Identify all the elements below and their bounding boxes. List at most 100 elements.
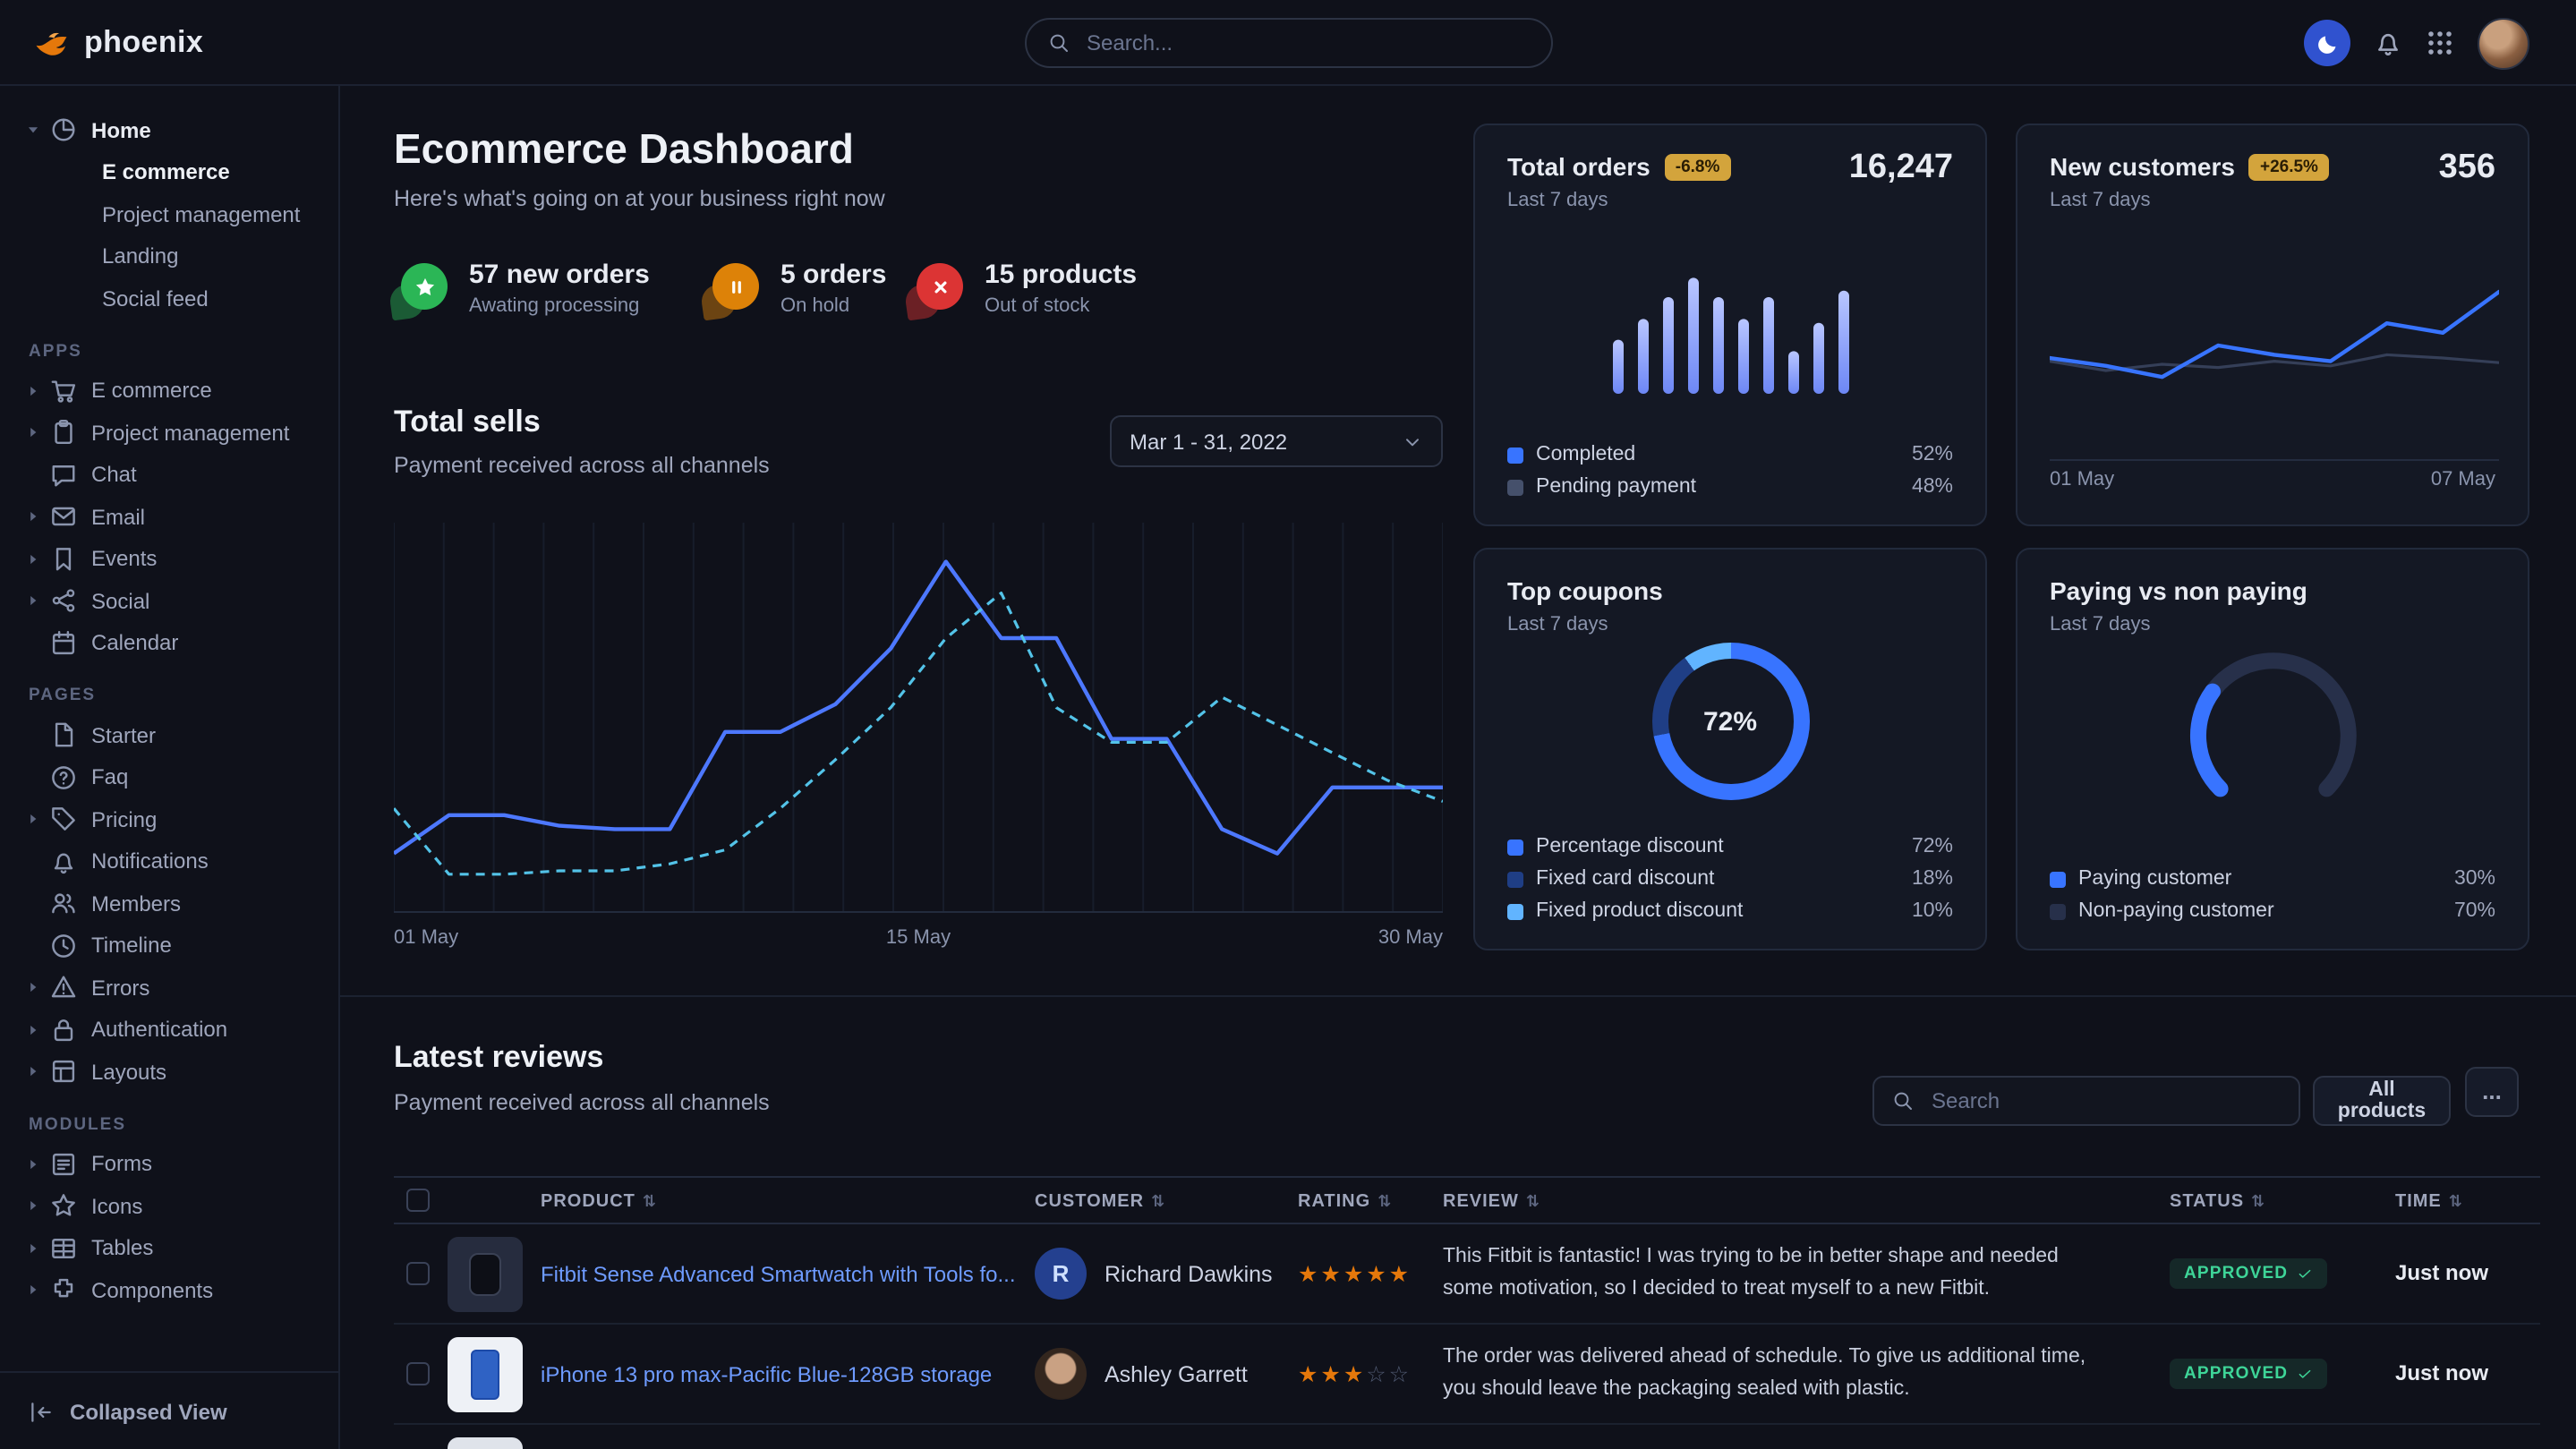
- sidebar-item-errors[interactable]: Errors: [0, 967, 338, 1009]
- customer-cell: RRichard Dawkins: [1035, 1248, 1273, 1300]
- total-sells-title: Total sells: [394, 405, 541, 440]
- app: phoenix Home E commerce Project manageme…: [0, 0, 2576, 1449]
- sidebar-item-project-management[interactable]: Project management: [0, 193, 338, 235]
- sidebar-section-title: PAGES: [29, 686, 338, 705]
- pie-chart-icon: [50, 117, 77, 144]
- sort-icon[interactable]: ⇅: [2251, 1192, 2265, 1212]
- sidebar-item-project-management[interactable]: Project management: [0, 412, 338, 454]
- select-all-checkbox[interactable]: [406, 1189, 430, 1212]
- sidebar-item-social-feed[interactable]: Social feed: [0, 277, 338, 320]
- sidebar-item-chat[interactable]: Chat: [0, 454, 338, 496]
- sidebar-item-label: Members: [91, 891, 181, 916]
- sort-icon[interactable]: ⇅: [1526, 1192, 1540, 1212]
- column-time[interactable]: TIME: [2395, 1192, 2442, 1212]
- sidebar-item-e-commerce[interactable]: E commerce: [0, 151, 338, 193]
- column-rating[interactable]: RATING: [1298, 1192, 1370, 1212]
- axis-label: 07 May: [2431, 469, 2495, 490]
- sidebar-item-faq[interactable]: Faq: [0, 756, 338, 798]
- sidebar-item-notifications[interactable]: Notifications: [0, 840, 338, 882]
- card-period: Last 7 days: [1507, 190, 1953, 211]
- product-link[interactable]: Fitbit Sense Advanced Smartwatch with To…: [541, 1262, 1016, 1287]
- global-search[interactable]: [1024, 18, 1552, 68]
- new-customers-card: New customers +26.5% Last 7 days 356 01 …: [2016, 124, 2529, 526]
- caret-spacer: [25, 769, 47, 787]
- avatar[interactable]: [2478, 17, 2529, 69]
- apps-grid-button[interactable]: [2426, 29, 2454, 57]
- share-icon: [50, 588, 77, 615]
- row-checkbox[interactable]: [406, 1262, 430, 1285]
- chevron-down-icon: [1402, 430, 1423, 452]
- top-navbar: phoenix: [0, 0, 2576, 86]
- sidebar-item-forms[interactable]: Forms: [0, 1143, 338, 1185]
- caret-spacer: [25, 853, 47, 871]
- sidebar-item-starter[interactable]: Starter: [0, 714, 338, 756]
- trend-badge: -6.8%: [1665, 153, 1731, 180]
- notifications-button[interactable]: [2374, 29, 2402, 57]
- row-checkbox[interactable]: [406, 1362, 430, 1385]
- sidebar-item-landing[interactable]: Landing: [0, 235, 338, 277]
- chat-icon: [50, 462, 77, 489]
- caret-right-icon: [25, 1063, 47, 1081]
- column-customer[interactable]: CUSTOMER: [1035, 1192, 1144, 1212]
- theme-toggle-button[interactable]: [2304, 20, 2350, 66]
- sidebar-item-timeline[interactable]: Timeline: [0, 925, 338, 967]
- product-image: [448, 1337, 523, 1412]
- card-title: Paying vs non paying: [2050, 576, 2307, 605]
- reviews-search-input[interactable]: [1928, 1087, 2281, 1115]
- sidebar-item-email[interactable]: Email: [0, 496, 338, 538]
- caret-spacer: [25, 727, 47, 745]
- sort-icon[interactable]: ⇅: [1151, 1192, 1165, 1212]
- form-icon: [50, 1151, 77, 1178]
- collapsed-view-button[interactable]: Collapsed View: [0, 1371, 338, 1449]
- product-link[interactable]: iPhone 13 pro max-Pacific Blue-128GB sto…: [541, 1362, 992, 1387]
- sort-icon[interactable]: ⇅: [643, 1192, 657, 1212]
- legend-item: Pending payment 48%: [1507, 471, 1953, 503]
- tag-icon: [50, 806, 77, 833]
- customer-avatar: R: [1035, 1248, 1087, 1300]
- product-image: [448, 1437, 523, 1449]
- all-products-button[interactable]: All products: [2313, 1076, 2451, 1126]
- legend-label: Fixed product discount: [1536, 900, 1743, 922]
- sidebar-item-members[interactable]: Members: [0, 882, 338, 925]
- sidebar-item-calendar[interactable]: Calendar: [0, 622, 338, 664]
- sidebar-item-e-commerce[interactable]: E commerce: [0, 370, 338, 412]
- sidebar-item-icons[interactable]: Icons: [0, 1185, 338, 1227]
- sort-icon[interactable]: ⇅: [1378, 1192, 1392, 1212]
- stat-caption: On hold: [780, 295, 886, 317]
- review-text: The order was delivered ahead of schedul…: [1443, 1342, 2105, 1406]
- column-product[interactable]: PRODUCT: [541, 1192, 635, 1212]
- column-status[interactable]: STATUS: [2170, 1192, 2244, 1212]
- reviews-search[interactable]: [1872, 1076, 2300, 1126]
- review-row[interactable]: iPhone 13 pro max-Pacific Blue-128GB sto…: [394, 1325, 2540, 1425]
- sidebar-item-label: Email: [91, 505, 145, 530]
- sidebar-item-home[interactable]: Home: [0, 109, 338, 151]
- review-row[interactable]: Fitbit Sense Advanced Smartwatch with To…: [394, 1224, 2540, 1325]
- legend-label: Non-paying customer: [2078, 900, 2274, 922]
- sidebar-item-authentication[interactable]: Authentication: [0, 1009, 338, 1051]
- star-icon: [50, 1193, 77, 1220]
- legend-label: Paying customer: [2078, 868, 2231, 890]
- donut-center-value: 72%: [1651, 643, 1809, 800]
- legend-swatch: [2050, 871, 2066, 887]
- legend-value: 18%: [1912, 868, 1953, 890]
- collapse-icon: [29, 1399, 54, 1424]
- brand[interactable]: phoenix: [32, 0, 203, 86]
- sidebar-item-components[interactable]: Components: [0, 1269, 338, 1311]
- mail-icon: [50, 504, 77, 531]
- sidebar-item-events[interactable]: Events: [0, 538, 338, 580]
- date-range-select[interactable]: Mar 1 - 31, 2022: [1110, 415, 1443, 467]
- column-review[interactable]: REVIEW: [1443, 1192, 1519, 1212]
- search-input[interactable]: [1083, 29, 1529, 57]
- sidebar-item-layouts[interactable]: Layouts: [0, 1051, 338, 1093]
- review-row-partial[interactable]: [394, 1425, 2540, 1449]
- more-options-button[interactable]: ...: [2465, 1067, 2519, 1117]
- sidebar-item-social[interactable]: Social: [0, 580, 338, 622]
- sidebar-item-pricing[interactable]: Pricing: [0, 798, 338, 840]
- sort-icon[interactable]: ⇅: [2449, 1192, 2463, 1212]
- legend-swatch: [2050, 903, 2066, 919]
- pause-icon: [712, 263, 759, 310]
- paying-legend: Paying customer 30% Non-paying customer …: [2050, 863, 2495, 927]
- alert-icon: [50, 975, 77, 1002]
- card-period: Last 7 days: [2050, 190, 2495, 211]
- sidebar-item-tables[interactable]: Tables: [0, 1227, 338, 1269]
